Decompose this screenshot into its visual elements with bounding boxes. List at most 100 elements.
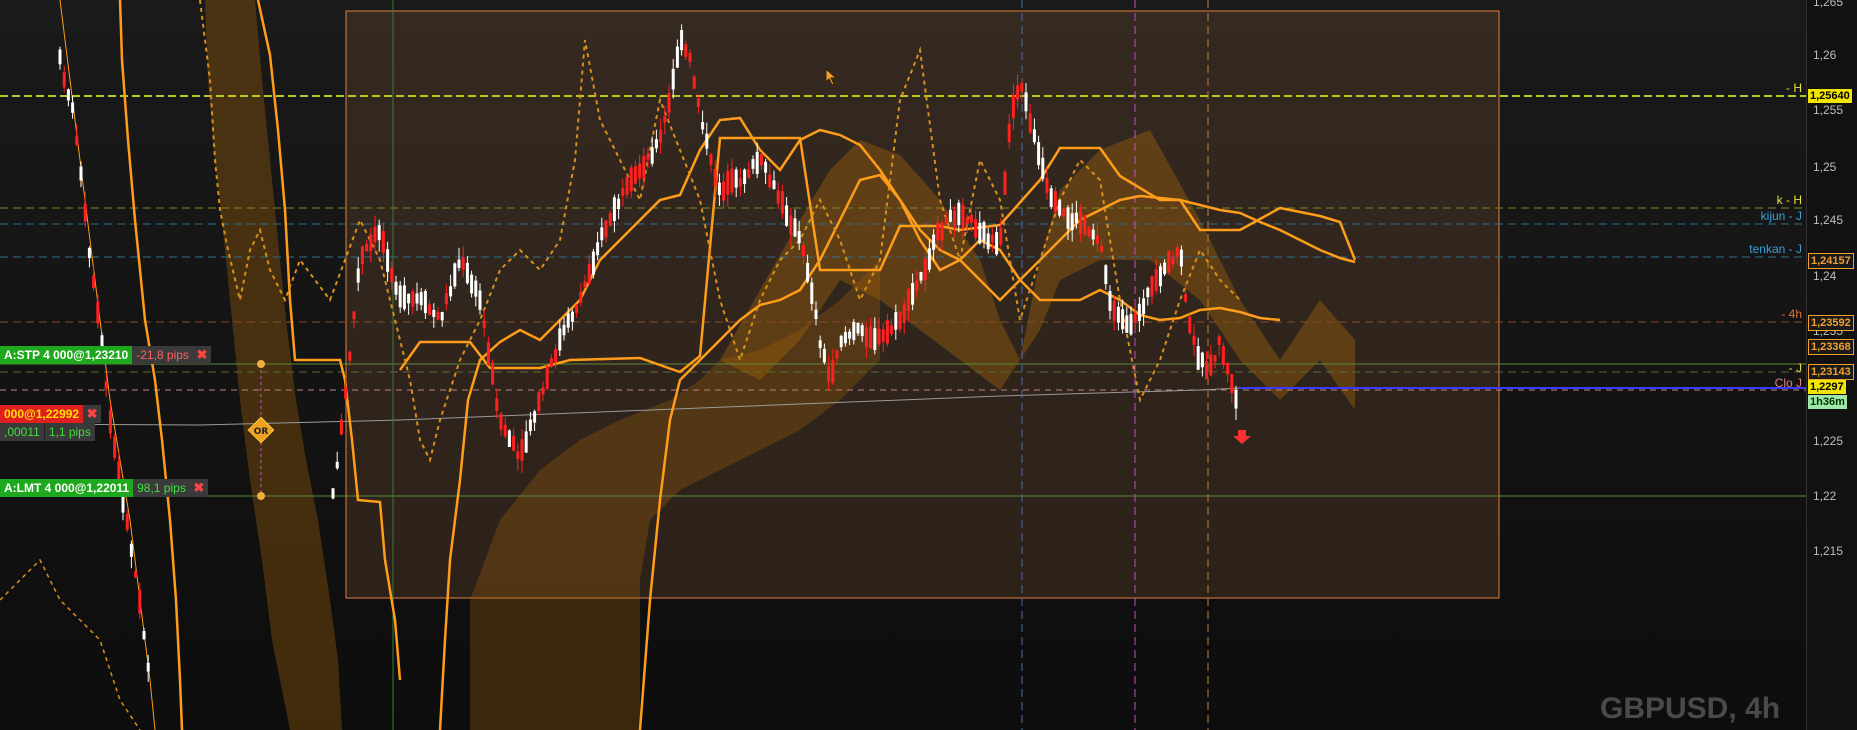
candle-body xyxy=(348,351,352,361)
candle-body xyxy=(957,202,961,226)
candle-body xyxy=(96,301,100,324)
candle-body xyxy=(869,325,873,349)
candle-body xyxy=(339,419,343,435)
candle-body xyxy=(793,218,797,237)
limit-order[interactable]: A:LMT 4 000@1,22011 98,1 pips ✖ xyxy=(0,479,208,497)
candle-body xyxy=(969,214,973,223)
candle-body xyxy=(390,268,394,283)
candle-body xyxy=(1091,229,1095,240)
candle-body xyxy=(932,234,936,250)
candle-body xyxy=(864,327,868,347)
candle-body xyxy=(1104,265,1108,285)
candle-body xyxy=(1058,200,1062,216)
candle-body xyxy=(600,227,604,241)
candle-body xyxy=(1146,287,1150,298)
candle-body xyxy=(726,171,730,195)
kijun-price-box: 1,23368 xyxy=(1808,339,1854,355)
candle-body xyxy=(440,312,444,321)
candle-body xyxy=(386,249,390,272)
close-position-close-icon[interactable]: ✖ xyxy=(83,405,102,423)
cancel-limit-close-icon[interactable]: ✖ xyxy=(189,479,208,497)
candle-body xyxy=(482,320,486,329)
price-tick: 1,225 xyxy=(1813,434,1844,448)
candle-body xyxy=(344,386,348,399)
candle-body xyxy=(654,139,658,149)
candle-body xyxy=(108,410,112,434)
candle-body xyxy=(911,283,915,305)
candle-body xyxy=(356,268,360,283)
candle-body xyxy=(898,312,902,330)
candle-body xyxy=(1112,300,1116,321)
candle-body xyxy=(58,49,62,65)
candle-body xyxy=(953,210,957,229)
price-tick: 1,24 xyxy=(1813,269,1837,283)
stop-handle[interactable] xyxy=(257,360,265,368)
candle-body xyxy=(873,328,877,351)
candle-body xyxy=(402,285,406,310)
cancel-stop-close-icon[interactable]: ✖ xyxy=(192,346,211,364)
candle-body xyxy=(495,398,499,411)
position-label[interactable]: 000@1,22992 xyxy=(0,405,84,423)
candle-body xyxy=(360,246,364,265)
candle-body xyxy=(369,234,373,252)
candle-body xyxy=(1125,315,1129,333)
candle-body xyxy=(125,513,129,530)
candle-body xyxy=(965,217,969,224)
stop-order[interactable]: A:STP 4 000@1,23210 -21,8 pips ✖ xyxy=(0,346,211,364)
candle-body xyxy=(1184,294,1188,302)
candle-body xyxy=(1074,212,1078,224)
candle-body xyxy=(1150,276,1154,297)
candle-body xyxy=(428,304,432,315)
candle-body xyxy=(524,431,528,453)
candle-body xyxy=(1007,123,1011,142)
limit-handle[interactable] xyxy=(257,492,265,500)
candle-body xyxy=(562,324,566,336)
candle-body xyxy=(612,197,616,221)
candle-body xyxy=(936,222,940,241)
kijun-j-line-label: kijun - J xyxy=(1760,209,1802,223)
position-order[interactable]: 000@1,22992 ✖ xyxy=(0,405,102,423)
candle-body xyxy=(1230,374,1234,393)
high-price-box: 1,25640 xyxy=(1808,89,1852,103)
candle-body xyxy=(768,174,772,188)
candle-body xyxy=(533,411,537,423)
chart-area[interactable]: OR 1,265 1,26 1,255 1,25 1,245 1,24 1,23… xyxy=(0,0,1857,730)
candle-body xyxy=(1095,235,1099,244)
candle-body xyxy=(444,293,448,305)
candle-body xyxy=(1100,245,1104,252)
candle-body xyxy=(617,198,621,210)
candle-body xyxy=(411,291,415,307)
candle-body xyxy=(75,135,79,145)
candle-body xyxy=(801,245,805,257)
candle-body xyxy=(331,488,335,499)
k-h-line-label: k - H xyxy=(1776,193,1802,207)
candle-body xyxy=(1133,312,1137,323)
candle-body xyxy=(1196,346,1200,370)
candle-body xyxy=(92,275,96,289)
candle-body xyxy=(1087,227,1091,237)
candle-body xyxy=(528,419,532,432)
candle-body xyxy=(545,365,549,389)
candle-body xyxy=(142,631,146,640)
candle-body xyxy=(877,328,881,345)
price-plot[interactable]: OR xyxy=(0,0,1806,730)
stop-order-label[interactable]: A:STP 4 000@1,23210 xyxy=(0,346,133,364)
candle-body xyxy=(730,168,734,193)
candle-body xyxy=(146,662,150,672)
price-tick: 1,22 xyxy=(1813,489,1837,503)
candle-body xyxy=(470,274,474,294)
candle-body xyxy=(436,311,440,320)
candle-body xyxy=(591,251,595,275)
candle-body xyxy=(818,340,822,349)
price-tick: 1,265 xyxy=(1813,0,1844,9)
candle-body xyxy=(1221,346,1225,365)
candle-body xyxy=(520,439,524,461)
limit-order-label[interactable]: A:LMT 4 000@1,22011 xyxy=(0,479,134,497)
high-line-label: - H xyxy=(1786,81,1802,95)
candle-body xyxy=(659,129,663,143)
tenkan-line xyxy=(118,0,184,730)
candle-body xyxy=(621,188,625,196)
candle-body xyxy=(890,325,894,334)
stop-order-pips: -21,8 pips xyxy=(132,346,193,364)
candle-body xyxy=(625,176,629,195)
